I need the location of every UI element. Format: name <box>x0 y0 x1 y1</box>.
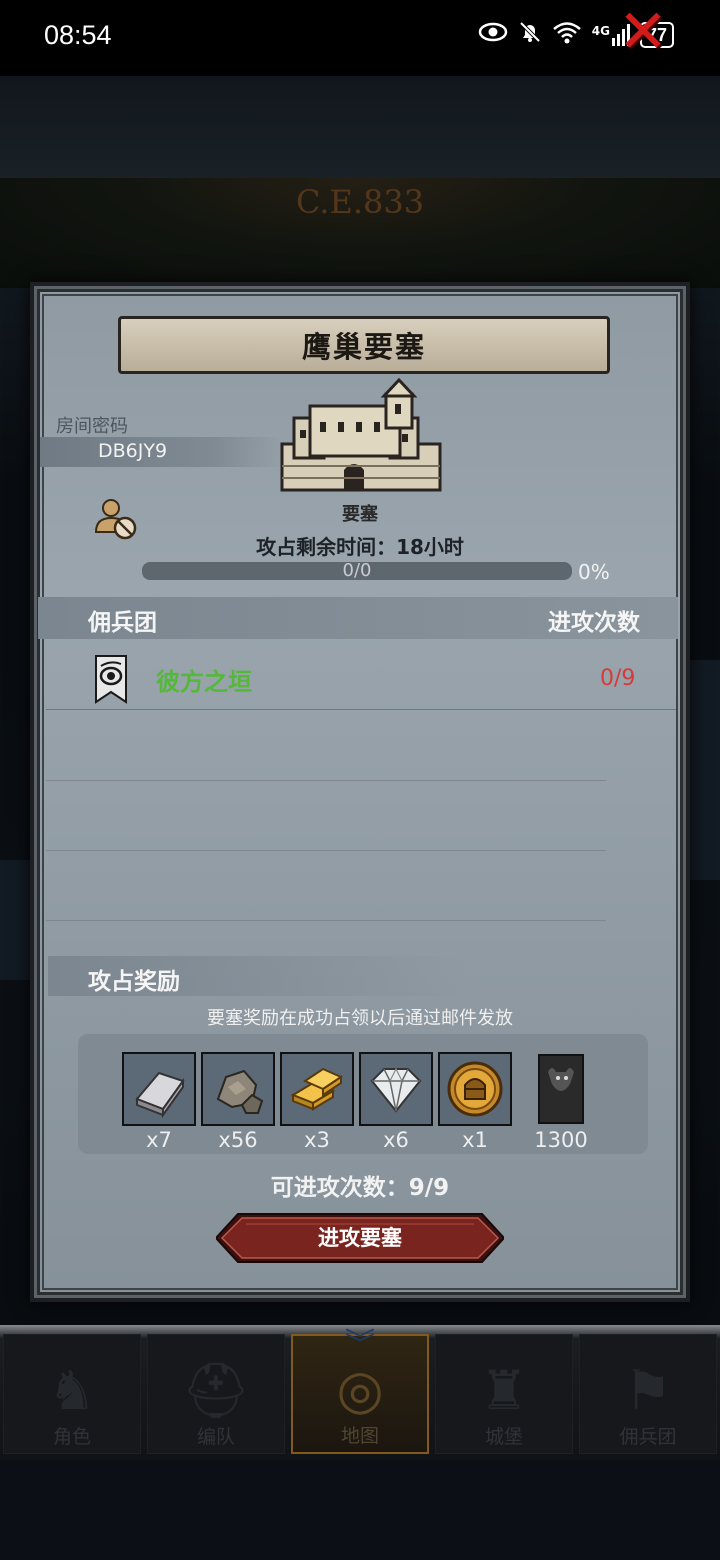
knight-helmet-coin-icon <box>438 1052 512 1126</box>
close-icon: ✕ <box>617 0 669 67</box>
reward-item[interactable]: 1300 <box>524 1052 598 1152</box>
reward-item[interactable]: x1 <box>438 1052 512 1152</box>
bull-banner-icon <box>524 1052 598 1126</box>
reward-item[interactable]: x56 <box>201 1052 275 1152</box>
silver-ingot-icon <box>122 1052 196 1126</box>
progress-percent: 0% <box>578 560 610 584</box>
reward-item[interactable]: x7 <box>122 1052 196 1152</box>
reward-item[interactable]: x6 <box>359 1052 433 1152</box>
mercenary-attack-count: 0/9 <box>600 666 636 691</box>
room-password-label: 房间密码 <box>56 416 128 437</box>
diamond-icon <box>359 1052 433 1126</box>
mercenary-emblem-icon <box>94 654 128 704</box>
empty-row <box>46 781 606 851</box>
fortress-image <box>280 377 442 494</box>
title-banner: 鹰巢要塞 <box>118 316 610 374</box>
room-code[interactable]: DB6JY9 <box>98 440 167 462</box>
eye-icon <box>478 21 508 49</box>
reward-quantity: x56 <box>218 1128 258 1152</box>
close-button[interactable]: ✕ <box>596 0 690 64</box>
dialog-title: 鹰巢要塞 <box>301 330 426 364</box>
attack-button-label: 进攻要塞 <box>318 1226 402 1250</box>
attack-fortress-button[interactable]: 进攻要塞 <box>216 1212 504 1264</box>
wifi-icon <box>552 20 582 50</box>
table-row[interactable]: 彼方之垣 0/9 <box>46 646 676 710</box>
bottom-gesture-area <box>0 1460 720 1560</box>
fortress-type-label: 要塞 <box>342 504 378 525</box>
reward-quantity: 1300 <box>534 1128 588 1152</box>
time-remaining: 攻占剩余时间：18小时 <box>256 535 464 559</box>
reward-quantity: x7 <box>146 1128 172 1152</box>
empty-row <box>46 711 606 781</box>
reward-title: 攻占奖励 <box>88 969 180 995</box>
header-attack-count: 进攻次数 <box>548 610 640 636</box>
reward-quantity: x1 <box>462 1128 488 1152</box>
header-mercenary: 佣兵团 <box>88 610 157 636</box>
reward-quantity: x6 <box>383 1128 409 1152</box>
status-time: 08:54 <box>44 20 112 50</box>
gold-bars-icon <box>280 1052 354 1126</box>
bell-off-icon <box>518 20 542 50</box>
reward-quantity: x3 <box>304 1128 330 1152</box>
available-attack-count: 可进攻次数：9/9 <box>270 1175 450 1201</box>
progress-count: 0/0 <box>342 560 372 581</box>
stone-ore-icon <box>201 1052 275 1126</box>
mercenary-name: 彼方之垣 <box>156 668 252 696</box>
reward-item[interactable]: x3 <box>280 1052 354 1152</box>
empty-row <box>46 851 606 921</box>
reward-note: 要塞奖励在成功占领以后通过邮件发放 <box>207 1008 513 1029</box>
